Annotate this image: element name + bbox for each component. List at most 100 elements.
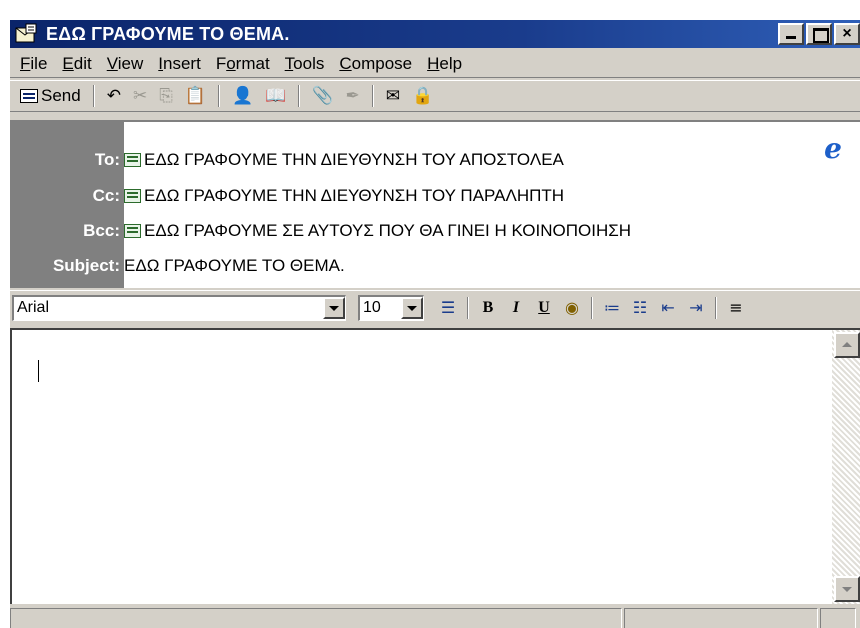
menu-help[interactable]: Help (427, 54, 462, 74)
encrypt-button[interactable]: ✉ (380, 83, 406, 109)
attach-button[interactable]: 📎 (306, 83, 339, 109)
font-name-value: Arial (17, 299, 50, 316)
bcc-row: Bcc: ΕΔΩ ΓΡΑΦΟΥΜΕ ΣΕ ΑΥΤΟΥΣ ΠΟΥ ΘΑ ΓΙΝΕΙ… (12, 217, 860, 245)
maximize-button[interactable] (806, 23, 832, 45)
menu-bar: File Edit View Insert Format Tools Compo… (10, 50, 860, 78)
paragraph-style-icon: ☰ (440, 298, 456, 317)
increase-indent-button[interactable]: ⇥ (684, 295, 708, 321)
format-separator (467, 296, 469, 319)
paste-button[interactable]: 📋 (179, 83, 212, 109)
window-controls: × (776, 23, 860, 45)
cc-label: Cc: (92, 186, 120, 205)
cut-button[interactable]: ✂ (127, 83, 153, 109)
message-headers: e To: ΕΔΩ ΓΡΑΦΟΥΜΕ ΤΗΝ ΔΙΕΥΘΥΝΣΗ ΤΟΥ ΑΠΟ… (10, 120, 860, 288)
paperclip-icon: 📎 (312, 86, 334, 106)
format-separator (715, 296, 717, 319)
undo-icon: ↶ (106, 86, 121, 106)
bulleted-list-button[interactable]: ☷ (628, 295, 652, 321)
chevron-down-icon[interactable] (323, 297, 345, 319)
subject-label: Subject: (52, 256, 120, 275)
toolbar-separator (217, 85, 220, 107)
font-size-select[interactable]: 10 (358, 294, 424, 321)
bold-button[interactable]: B (476, 295, 500, 321)
align-left-icon: ≡ (729, 298, 743, 317)
send-button[interactable]: Send (14, 83, 87, 109)
paragraph-style-button[interactable]: ☰ (436, 295, 460, 321)
toolbar-separator (298, 85, 301, 107)
copy-icon: ⎘ (159, 86, 173, 106)
standard-toolbar: Send ↶ ✂ ⎘ 📋 👤 📖 📎 ✒ ✉ 🔒 (10, 80, 860, 112)
contact-card-icon (124, 224, 141, 238)
menu-view[interactable]: View (107, 54, 144, 74)
menu-tools[interactable]: Tools (285, 54, 325, 74)
cut-icon: ✂ (132, 86, 148, 106)
menu-file[interactable]: File (20, 54, 47, 74)
format-separator (591, 296, 593, 319)
copy-button[interactable]: ⎘ (153, 83, 179, 109)
decrease-indent-button[interactable]: ⇤ (656, 295, 680, 321)
menu-format[interactable]: Format (216, 54, 270, 74)
to-value: ΕΔΩ ΓΡΑΦΟΥΜΕ ΤΗΝ ΔΙΕΥΘΥΝΣΗ ΤΟΥ ΑΠΟΣΤΟΛΕΑ (144, 150, 564, 169)
lock-icon: 🔒 (412, 86, 434, 106)
envelope-icon: ✉ (385, 86, 400, 106)
check-names-button[interactable]: 👤 (226, 83, 259, 109)
vertical-scrollbar[interactable] (832, 330, 860, 604)
font-color-icon: ◉ (565, 298, 579, 317)
to-label: To: (94, 150, 120, 169)
increase-indent-icon: ⇥ (689, 298, 703, 317)
text-caret (38, 360, 39, 382)
scroll-up-button[interactable] (834, 332, 860, 358)
scroll-down-button[interactable] (834, 576, 860, 602)
address-book-icon: 📖 (265, 86, 287, 106)
bcc-value: ΕΔΩ ΓΡΑΦΟΥΜΕ ΣΕ ΑΥΤΟΥΣ ΠΟΥ ΘΑ ΓΙΝΕΙ Η ΚΟ… (144, 221, 632, 240)
bcc-label: Bcc: (83, 221, 120, 240)
chevron-down-icon[interactable] (401, 297, 423, 319)
numbered-list-button[interactable]: ≔ (600, 295, 624, 321)
minimize-button[interactable] (778, 23, 804, 45)
send-label: Send (41, 86, 81, 105)
status-panel-main (10, 608, 622, 628)
menu-insert[interactable]: Insert (158, 54, 201, 74)
undo-button[interactable]: ↶ (101, 83, 127, 109)
italic-button[interactable]: I (504, 295, 528, 321)
to-field[interactable]: ΕΔΩ ΓΡΑΦΟΥΜΕ ΤΗΝ ΔΙΕΥΘΥΝΣΗ ΤΟΥ ΑΠΟΣΤΟΛΕΑ (122, 150, 564, 170)
sign-button[interactable]: ✒ (340, 83, 366, 109)
bcc-field[interactable]: ΕΔΩ ΓΡΑΦΟΥΜΕ ΣΕ ΑΥΤΟΥΣ ΠΟΥ ΘΑ ΓΙΝΕΙ Η ΚΟ… (122, 221, 631, 241)
window-title: ΕΔΩ ΓΡΑΦΟΥΜΕ ΤΟ ΘΕΜΑ. (46, 23, 290, 44)
subject-row: Subject: ΕΔΩ ΓΡΑΦΟΥΜΕ ΤΟ ΘΕΜΑ. (12, 252, 860, 280)
address-book-button[interactable]: 📖 (259, 83, 292, 109)
bulleted-list-icon: ☷ (632, 298, 648, 317)
status-bar (10, 608, 860, 628)
font-name-select[interactable]: Arial (12, 294, 346, 321)
title-bar[interactable]: ΕΔΩ ΓΡΑΦΟΥΜΕ ΤΟ ΘΕΜΑ. × (10, 20, 860, 48)
resize-grip[interactable] (820, 608, 856, 628)
cc-value: ΕΔΩ ΓΡΑΦΟΥΜΕ ΤΗΝ ΔΙΕΥΘΥΝΣΗ ΤΟΥ ΠΑΡΑΛΗΠΤΗ (144, 186, 565, 205)
toolbar-separator (371, 85, 374, 107)
numbered-list-icon: ≔ (604, 298, 620, 317)
menu-edit[interactable]: Edit (62, 54, 91, 74)
align-left-button[interactable]: ≡ (724, 295, 748, 321)
toolbar-separator (92, 85, 95, 107)
send-icon (20, 89, 38, 103)
decrease-indent-icon: ⇤ (661, 298, 675, 317)
to-row: To: ΕΔΩ ΓΡΑΦΟΥΜΕ ΤΗΝ ΔΙΕΥΘΥΝΣΗ ΤΟΥ ΑΠΟΣΤ… (12, 146, 860, 174)
offline-button[interactable]: 🔒 (406, 83, 439, 109)
paste-icon: 📋 (184, 86, 206, 106)
close-button[interactable]: × (834, 23, 860, 45)
contact-card-icon (124, 153, 141, 167)
compose-window: ΕΔΩ ΓΡΑΦΟΥΜΕ ΤΟ ΘΕΜΑ. × File Edit View I… (8, 18, 860, 628)
contact-card-icon (124, 189, 141, 203)
status-panel-secondary (624, 608, 818, 628)
cc-row: Cc: ΕΔΩ ΓΡΑΦΟΥΜΕ ΤΗΝ ΔΙΕΥΘΥΝΣΗ ΤΟΥ ΠΑΡΑΛ… (12, 182, 860, 210)
formatting-toolbar: Arial 10 ☰ B I U ◉ ≔ ☷ ⇤ ⇥ ≡ (10, 290, 860, 324)
pen-icon: ✒ (345, 86, 360, 106)
cc-field[interactable]: ΕΔΩ ΓΡΑΦΟΥΜΕ ΤΗΝ ΔΙΕΥΘΥΝΣΗ ΤΟΥ ΠΑΡΑΛΗΠΤΗ (122, 186, 564, 206)
underline-button[interactable]: U (532, 295, 556, 321)
menu-compose[interactable]: Compose (339, 54, 412, 74)
font-size-value: 10 (363, 299, 381, 316)
subject-field[interactable]: ΕΔΩ ΓΡΑΦΟΥΜΕ ΤΟ ΘΕΜΑ. (122, 256, 345, 276)
message-body-editor[interactable] (10, 328, 860, 604)
new-message-icon (14, 23, 40, 45)
check-names-icon: 👤 (231, 86, 254, 106)
font-color-button[interactable]: ◉ (560, 295, 584, 321)
